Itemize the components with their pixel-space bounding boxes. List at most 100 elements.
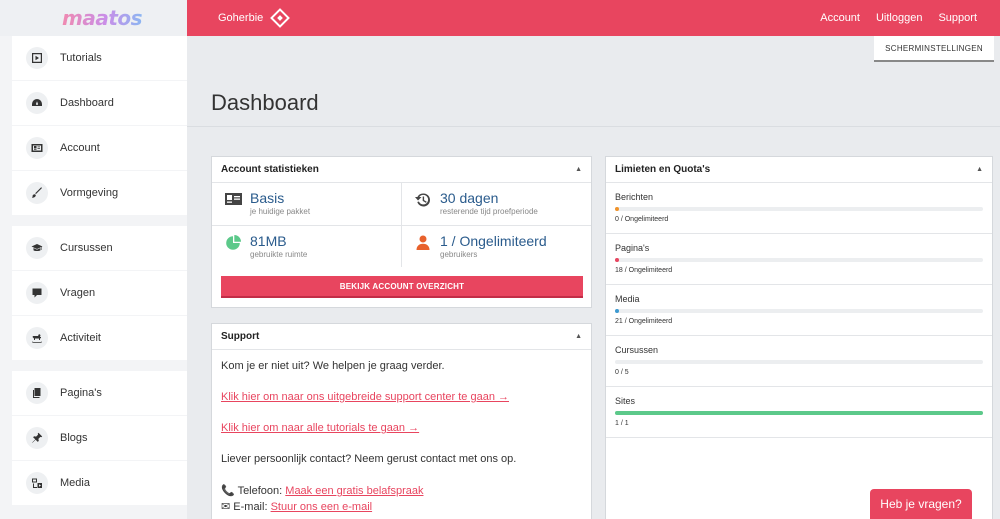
- sidebar-item-label: Account: [60, 142, 100, 154]
- site-switcher[interactable]: Goherbie: [218, 0, 291, 36]
- email-link[interactable]: Stuur ons een e-mail: [271, 501, 373, 513]
- collapse-toggle-icon[interactable]: ▲: [976, 166, 983, 173]
- stat-value: 1 / Ongelimiteerd: [440, 233, 547, 249]
- panel-header: Limieten en Quota's ▲: [606, 157, 992, 183]
- history-icon: [410, 190, 436, 208]
- quota-progress-bar: [615, 309, 983, 313]
- sidebar-item-paginas[interactable]: Pagina's: [12, 371, 187, 415]
- quota-progress-fill: [615, 309, 619, 313]
- quota-media: Media 21 / Ongelimiteerd: [606, 285, 992, 336]
- phone-label: Telefoon:: [237, 485, 283, 497]
- support-center-link[interactable]: Klik hier om naar ons uitgebreide suppor…: [221, 391, 509, 403]
- phone-row: 📞 Telefoon: Maak een gratis belafspraak: [221, 484, 582, 497]
- sidebar-item-label: Tutorials: [60, 52, 102, 64]
- quota-progress-fill: [615, 411, 983, 415]
- logo-area[interactable]: maatos: [0, 0, 187, 36]
- nav-logout-link[interactable]: Uitloggen: [876, 12, 922, 24]
- quota-label: Cursussen: [615, 345, 659, 355]
- sidebar-item-label: Activiteit: [60, 332, 101, 344]
- id-card-icon: [220, 190, 246, 206]
- account-overview-button[interactable]: BEKIJK ACCOUNT OVERZICHT: [221, 276, 583, 298]
- quota-sites: Sites 1 / 1: [606, 387, 992, 438]
- quota-label: Sites: [615, 396, 636, 406]
- sidebar-item-label: Vragen: [60, 287, 96, 299]
- account-stats-panel: Account statistieken ▲ Basis je huidige …: [211, 156, 592, 308]
- quota-paginas: Pagina's 18 / Ongelimiteerd: [606, 234, 992, 285]
- quota-value: 21 / Ongelimiteerd: [615, 318, 673, 325]
- panel-title: Limieten en Quota's: [615, 164, 711, 175]
- tutorials-link[interactable]: Klik hier om naar alle tutorials te gaan…: [221, 422, 419, 434]
- screen-options-tab[interactable]: SCHERMINSTELLINGEN: [874, 36, 994, 62]
- stat-package: Basis je huidige pakket: [212, 183, 401, 225]
- limits-panel: Limieten en Quota's ▲ Berichten 0 / Onge…: [605, 156, 993, 519]
- sidebar-item-label: Vormgeving: [60, 187, 119, 199]
- sidebar-item-dashboard[interactable]: Dashboard: [12, 81, 187, 125]
- sidebar-item-label: Dashboard: [60, 97, 114, 109]
- quota-value: 0 / Ongelimiteerd: [615, 216, 669, 223]
- sidebar-item-activiteit[interactable]: Activiteit: [12, 316, 187, 360]
- email-label: E-mail:: [233, 501, 268, 513]
- quota-label: Berichten: [615, 192, 654, 202]
- help-chat-button[interactable]: Heb je vragen?: [870, 489, 972, 519]
- stat-caption: gebruikte ruimte: [250, 250, 308, 259]
- stats-grid: Basis je huidige pakket 30 dagen restere…: [212, 183, 591, 267]
- stat-value: Basis: [250, 190, 285, 206]
- quota-value: 18 / Ongelimiteerd: [615, 267, 673, 274]
- logo[interactable]: maatos: [62, 6, 143, 30]
- stat-caption: gebruikers: [440, 250, 478, 259]
- sidebar-item-label: Cursussen: [60, 242, 113, 254]
- support-intro: Kom je er niet uit? We helpen je graag v…: [221, 360, 445, 372]
- sidebar-item-blogs[interactable]: Blogs: [12, 416, 187, 460]
- copy-icon: [26, 382, 48, 404]
- quota-progress-fill: [615, 258, 619, 262]
- stat-trial: 30 dagen resterende tijd proefperiode: [402, 183, 591, 225]
- nav-account-link[interactable]: Account: [820, 12, 860, 24]
- user-icon: [410, 233, 436, 250]
- media-icon: [26, 472, 48, 494]
- collapse-toggle-icon[interactable]: ▲: [575, 166, 582, 173]
- quota-berichten: Berichten 0 / Ongelimiteerd: [606, 183, 992, 234]
- pin-icon: [26, 427, 48, 449]
- top-nav: Account Uitloggen Support: [820, 0, 977, 36]
- top-bar: maatos Goherbie Account Uitloggen Suppor…: [0, 0, 1000, 36]
- quota-progress-bar: [615, 411, 983, 415]
- email-row: ✉ E-mail: Stuur ons een e-mail: [221, 500, 582, 513]
- speedometer-icon: [26, 92, 48, 114]
- stat-value: 81MB: [250, 233, 287, 249]
- quota-cursussen: Cursussen 0 / 5: [606, 336, 992, 387]
- title-divider: [187, 126, 1000, 127]
- quota-label: Pagina's: [615, 243, 650, 253]
- sidebar-item-label: Pagina's: [60, 387, 102, 399]
- panel-header: Support ▲: [212, 324, 591, 350]
- panel-header: Account statistieken ▲: [212, 157, 591, 183]
- personal-contact-text: Liever persoonlijk contact? Neem gerust …: [221, 453, 517, 465]
- quota-progress-bar: [615, 207, 983, 211]
- panel-title: Account statistieken: [221, 164, 319, 175]
- quota-value: 0 / 5: [615, 369, 629, 376]
- brush-icon: [26, 182, 48, 204]
- nav-support-link[interactable]: Support: [938, 12, 977, 24]
- graduation-cap-icon: [26, 237, 48, 259]
- sidebar-item-account[interactable]: Account: [12, 126, 187, 170]
- pie-chart-icon: [220, 233, 246, 250]
- sidebar-item-vormgeving[interactable]: Vormgeving: [12, 171, 187, 215]
- sidebar-item-tutorials[interactable]: Tutorials: [12, 36, 187, 80]
- panel-title: Support: [221, 331, 260, 342]
- rocking-horse-icon: [26, 327, 48, 349]
- site-name[interactable]: Goherbie: [218, 12, 263, 24]
- stat-caption: resterende tijd proefperiode: [440, 207, 538, 216]
- quota-label: Media: [615, 294, 640, 304]
- collapse-toggle-icon[interactable]: ▲: [575, 333, 582, 340]
- id-card-icon: [26, 137, 48, 159]
- sidebar-item-vragen[interactable]: Vragen: [12, 271, 187, 315]
- sidebar-item-cursussen[interactable]: Cursussen: [12, 226, 187, 270]
- support-panel: Support ▲ Kom je er niet uit? We helpen …: [211, 323, 592, 519]
- play-icon: [26, 47, 48, 69]
- sidebar-item-media[interactable]: Media: [12, 461, 187, 505]
- phone-appointment-link[interactable]: Maak een gratis belafspraak: [285, 485, 423, 497]
- sidebar-item-label: Blogs: [60, 432, 88, 444]
- quota-progress-bar: [615, 360, 983, 364]
- chat-bubble-icon: [26, 282, 48, 304]
- page-title: Dashboard: [211, 90, 319, 115]
- quota-progress-fill: [615, 207, 619, 211]
